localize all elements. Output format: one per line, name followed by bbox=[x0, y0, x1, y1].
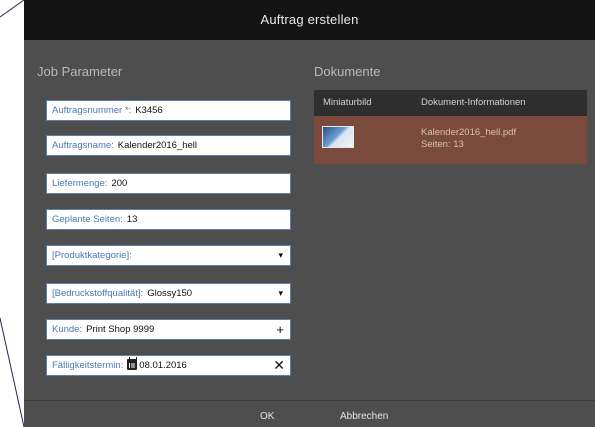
planned-pages-field[interactable]: Geplante Seiten: 13 bbox=[46, 209, 291, 230]
planned-pages-value[interactable]: 13 bbox=[127, 214, 138, 225]
order-number-label: Auftragsnummer *: bbox=[52, 105, 132, 116]
ok-button[interactable]: OK bbox=[260, 407, 274, 427]
footer-divider bbox=[24, 400, 595, 401]
order-name-value[interactable]: Kalender2016_hell bbox=[118, 140, 197, 151]
order-number-field[interactable]: Auftragsnummer *: K3456 bbox=[46, 100, 291, 121]
job-parameters-heading: Job Parameter bbox=[37, 64, 123, 79]
document-pages: Seiten: 13 bbox=[421, 139, 464, 150]
order-number-value[interactable]: K3456 bbox=[135, 105, 162, 116]
product-category-label: [Produktkategorie]: bbox=[52, 250, 132, 261]
quantity-label: Liefermenge: bbox=[52, 178, 108, 189]
add-icon[interactable]: + bbox=[276, 320, 284, 339]
document-info: Kalender2016_hell.pdf Seiten: 13 bbox=[421, 127, 516, 151]
chevron-down-icon[interactable]: ▾ bbox=[278, 246, 283, 265]
column-header-thumbnail: Miniaturbild bbox=[323, 97, 372, 108]
documents-table: Miniaturbild Dokument-Informationen Kale… bbox=[314, 90, 587, 164]
calendar-icon[interactable] bbox=[127, 357, 138, 370]
customer-field[interactable]: Kunde: Print Shop 9999 + bbox=[46, 319, 291, 340]
substrate-quality-select[interactable]: [Bedruckstoffqualität]: Glossy150 ▾ bbox=[46, 283, 291, 304]
document-thumbnail bbox=[322, 126, 354, 148]
customer-value[interactable]: Print Shop 9999 bbox=[86, 324, 154, 335]
table-row[interactable]: Kalender2016_hell.pdf Seiten: 13 bbox=[314, 116, 587, 164]
quantity-value[interactable]: 200 bbox=[111, 178, 127, 189]
dialog-title: Auftrag erstellen bbox=[24, 0, 595, 40]
planned-pages-label: Geplante Seiten: bbox=[52, 214, 123, 225]
substrate-quality-value: Glossy150 bbox=[147, 288, 193, 299]
cancel-button[interactable]: Abbrechen bbox=[340, 407, 388, 427]
document-filename: Kalender2016_hell.pdf bbox=[421, 127, 517, 138]
customer-label: Kunde: bbox=[52, 324, 83, 335]
product-category-select[interactable]: [Produktkategorie]: ▾ bbox=[46, 245, 291, 266]
due-date-field[interactable]: Fälligkeitstermin: 08.01.2016 ✕ bbox=[46, 355, 291, 376]
due-date-label: Fälligkeitstermin: bbox=[52, 360, 124, 371]
column-header-document-info: Dokument-Informationen bbox=[421, 97, 526, 108]
quantity-field[interactable]: Liefermenge: 200 bbox=[46, 173, 291, 194]
substrate-quality-label: [Bedruckstoffqualität]: bbox=[52, 288, 144, 299]
chevron-down-icon[interactable]: ▾ bbox=[278, 284, 283, 303]
order-name-field[interactable]: Auftragsname: Kalender2016_hell bbox=[46, 135, 291, 156]
documents-table-header: Miniaturbild Dokument-Informationen bbox=[314, 90, 587, 116]
order-name-label: Auftragsname: bbox=[52, 140, 114, 151]
documents-heading: Dokumente bbox=[314, 64, 381, 79]
clear-icon[interactable]: ✕ bbox=[273, 356, 285, 375]
create-job-dialog: Auftrag erstellen Job Parameter Dokument… bbox=[24, 0, 595, 427]
due-date-value[interactable]: 08.01.2016 bbox=[139, 360, 187, 371]
